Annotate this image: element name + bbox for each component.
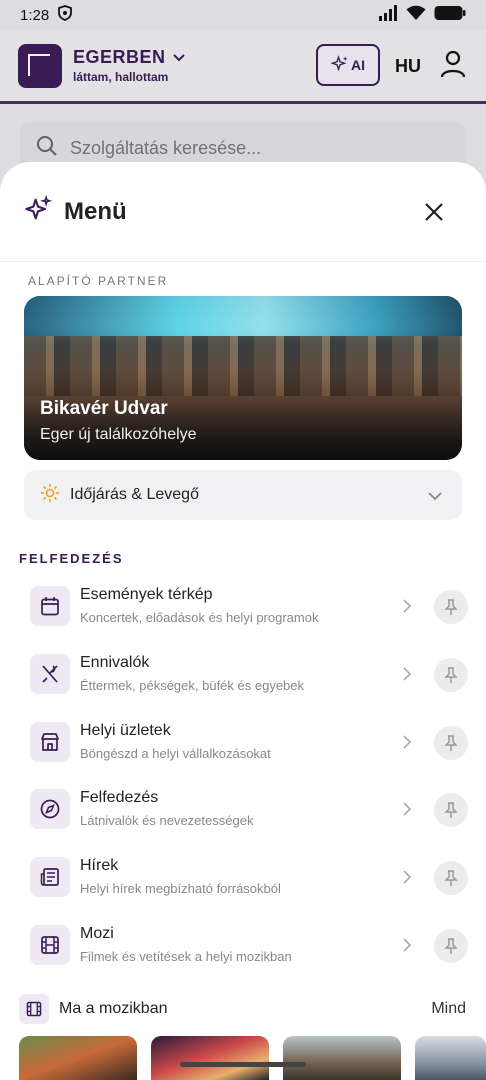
- menu-item-title: Események térkép: [80, 586, 213, 603]
- store-icon: [30, 721, 70, 762]
- menu-sheet: Menü ALAPÍTÓ PARTNER Bikavér Udvar Eger …: [0, 162, 486, 1080]
- calendar-icon: [30, 586, 70, 626]
- sun-icon: [40, 483, 60, 508]
- menu-item-subtitle: Látnivalók és nevezetességek: [80, 813, 254, 829]
- menu-list: Események térkép Koncertek, előadások és…: [0, 568, 486, 975]
- cinema-today-header: Ma a mozikban Mind: [0, 992, 486, 1026]
- weather-accordion[interactable]: Időjárás & Levegő: [24, 470, 462, 520]
- menu-item-title: Mozi: [80, 924, 114, 942]
- chevron-right-icon: [402, 870, 412, 889]
- menu-item-subtitle: Filmek és vetítések a helyi mozikban: [80, 948, 292, 964]
- movie-poster[interactable]: [19, 1036, 137, 1080]
- menu-item-title: Ennivalók: [80, 653, 150, 671]
- menu-header: Menü: [0, 162, 486, 262]
- menu-item-news[interactable]: Hírek Helyi hírek megbízható forrásokból: [0, 839, 486, 907]
- movie-poster[interactable]: [151, 1036, 269, 1080]
- film-icon: [19, 994, 49, 1024]
- chevron-right-icon: [402, 735, 412, 754]
- menu-item-title: Helyi üzletek: [80, 721, 171, 739]
- menu-item-subtitle: Böngészd a helyi vállalkozásokat: [80, 745, 271, 761]
- compass-icon: [30, 789, 70, 830]
- menu-item-title: Felfedezés: [80, 789, 159, 807]
- menu-item-events-map[interactable]: Események térkép Koncertek, előadások és…: [0, 568, 486, 636]
- pin-button[interactable]: [434, 928, 468, 963]
- chevron-right-icon: [402, 802, 412, 821]
- pin-icon: [444, 802, 458, 819]
- partner-caption: ALAPÍTÓ PARTNER: [28, 274, 169, 288]
- chevron-down-icon: [428, 488, 442, 506]
- partner-name: Bikavér Udvar: [40, 398, 168, 419]
- movie-poster[interactable]: [283, 1036, 401, 1080]
- chevron-right-icon: [402, 599, 412, 618]
- menu-item-local-shops[interactable]: Helyi üzletek Böngészd a helyi vállalkoz…: [0, 704, 486, 772]
- pin-icon: [444, 599, 458, 615]
- pin-icon: [444, 734, 458, 751]
- utensils-icon: [30, 653, 70, 694]
- cinema-today-label: Ma a mozikban: [59, 1000, 168, 1017]
- see-all-link[interactable]: Mind: [431, 1000, 466, 1018]
- menu-item-subtitle: Koncertek, előadások és helyi programok: [80, 610, 319, 625]
- pin-button[interactable]: [434, 861, 468, 896]
- menu-item-title: Hírek: [80, 857, 119, 875]
- pin-button[interactable]: [434, 657, 468, 692]
- sparkles-icon: [24, 194, 53, 228]
- movie-posters: [19, 1036, 486, 1080]
- pin-button[interactable]: [434, 793, 468, 828]
- weather-label: Időjárás & Levegő: [70, 486, 199, 503]
- section-title: FELFEDEZÉS: [19, 551, 124, 566]
- menu-item-explore[interactable]: Felfedezés Látnivalók és nevezetességek: [0, 771, 486, 839]
- partner-image: [24, 296, 462, 336]
- menu-item-subtitle: Éttermek, pékségek, büfék és egyebek: [80, 677, 305, 693]
- partner-card[interactable]: Bikavér Udvar Eger új találkozóhelye: [24, 296, 462, 460]
- home-indicator[interactable]: [180, 1062, 306, 1067]
- chevron-right-icon: [402, 938, 412, 957]
- newspaper-icon: [30, 857, 70, 898]
- pin-icon: [444, 667, 458, 683]
- chevron-right-icon: [402, 667, 412, 686]
- close-icon[interactable]: [422, 200, 446, 224]
- pin-button[interactable]: [434, 725, 468, 760]
- menu-item-cinema[interactable]: Mozi Filmek és vetítések a helyi mozikba…: [0, 907, 486, 975]
- menu-item-food[interactable]: Ennivalók Éttermek, pékségek, büfék és e…: [0, 636, 486, 704]
- pin-button[interactable]: [434, 590, 468, 624]
- pin-icon: [444, 870, 458, 887]
- menu-item-subtitle: Helyi hírek megbízható forrásokból: [80, 881, 281, 897]
- pin-icon: [444, 938, 458, 954]
- film-icon: [30, 924, 70, 965]
- menu-title: Menü: [64, 197, 127, 225]
- partner-subtitle: Eger új találkozóhelye: [40, 426, 197, 443]
- movie-poster[interactable]: [415, 1036, 486, 1080]
